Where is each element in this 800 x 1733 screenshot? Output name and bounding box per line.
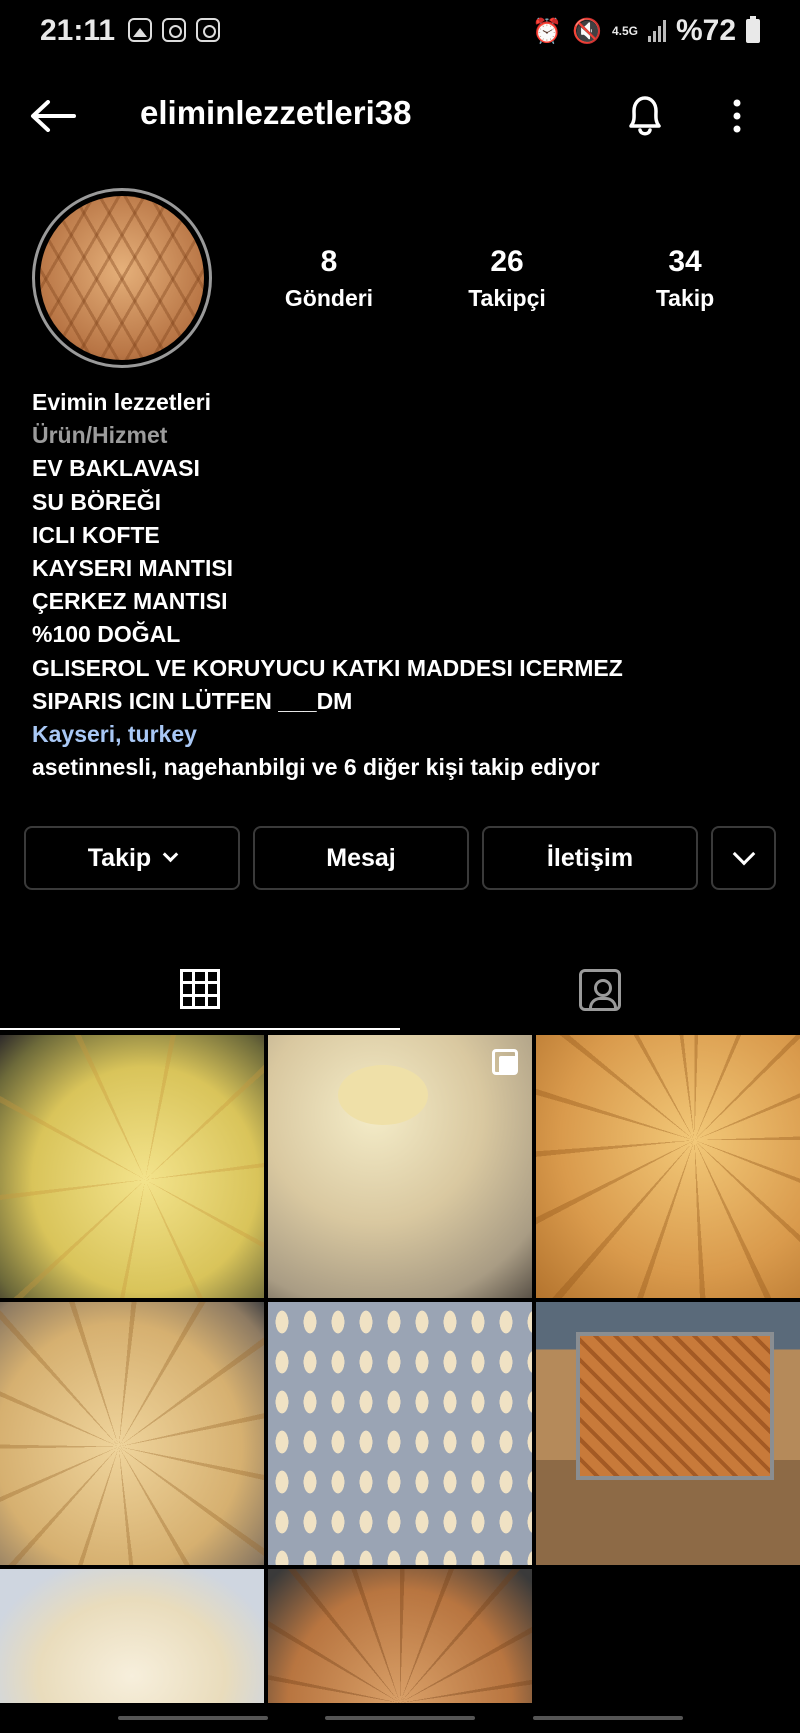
bio-line: ICLI KOFTE <box>32 521 160 548</box>
bio-line: KAYSERI MANTISI <box>32 555 234 582</box>
bio-line: %100 DOĞAL <box>32 621 181 648</box>
stat-value: 8 <box>320 245 338 278</box>
notification-icons <box>128 18 220 42</box>
gallery-icon <box>128 18 152 42</box>
back-arrow-icon[interactable] <box>30 100 76 132</box>
instagram-icon <box>196 18 220 42</box>
system-icons: ⏰ 🔇 4.5G %72 <box>532 14 760 48</box>
bio-line: EV BAKLAVASI <box>32 455 200 482</box>
suggested-accounts-button[interactable] <box>711 826 776 890</box>
stat-value: 34 <box>668 245 702 278</box>
battery-icon <box>746 16 760 43</box>
status-bar: 21:11 ⏰ 🔇 4.5G %72 <box>0 0 800 64</box>
nav-handle[interactable] <box>325 1716 475 1720</box>
status-time: 21:11 <box>40 14 116 47</box>
follow-button-label: Takip <box>87 843 152 872</box>
post-thumbnail[interactable] <box>268 1302 532 1565</box>
carousel-icon <box>492 1049 518 1075</box>
contact-button-label: İletişim <box>546 843 634 872</box>
nav-handle[interactable] <box>533 1716 683 1720</box>
bio-line: SU BÖREĞI <box>32 488 162 515</box>
post-thumbnail[interactable] <box>536 1035 800 1298</box>
followed-by-text[interactable]: asetinnesli, nagehanbilgi ve 6 diğer kiş… <box>32 751 772 784</box>
tab-posts-grid[interactable] <box>0 950 400 1030</box>
stat-label: Takipçi <box>468 285 546 311</box>
network-type: 4.5G <box>611 24 638 38</box>
follow-button[interactable]: Takip <box>24 826 240 890</box>
tab-tagged[interactable] <box>400 950 800 1030</box>
profile-avatar[interactable] <box>32 188 212 368</box>
profile-bio: Evimin lezzetleri Ürün/Hizmet EV BAKLAVA… <box>32 386 772 784</box>
stat-followers[interactable]: 26 Takipçi <box>418 245 596 312</box>
chevron-down-icon <box>162 846 179 862</box>
stat-value: 26 <box>490 245 524 278</box>
post-thumbnail[interactable] <box>536 1302 800 1565</box>
profile-location-link[interactable]: Kayseri, turkey <box>32 718 772 751</box>
system-navigation-bar <box>0 1703 800 1733</box>
nav-handle[interactable] <box>118 1716 268 1720</box>
profile-header: eliminlezzetleri38 <box>0 80 800 152</box>
chevron-down-icon <box>732 842 755 866</box>
bio-line: SIPARIS ICIN LÜTFEN ___DM <box>32 687 353 714</box>
battery-percent: %72 <box>675 14 736 47</box>
tagged-icon <box>579 969 621 1011</box>
post-thumbnail[interactable] <box>0 1302 264 1565</box>
instagram-icon <box>162 18 186 42</box>
profile-name: Evimin lezzetleri <box>32 389 211 415</box>
post-thumbnail[interactable] <box>268 1569 532 1703</box>
stat-following[interactable]: 34 Takip <box>596 245 774 312</box>
more-vertical-icon[interactable] <box>724 96 750 136</box>
signal-icon <box>647 20 666 42</box>
mute-icon: 🔇 <box>572 17 602 45</box>
stat-label: Takip <box>655 285 715 311</box>
profile-stats: 8 Gönderi 26 Takipçi 34 Takip <box>240 245 800 312</box>
alarm-icon: ⏰ <box>532 17 563 45</box>
post-thumbnail[interactable] <box>268 1035 532 1298</box>
profile-category: Ürün/Hizmet <box>32 422 168 449</box>
profile-username: eliminlezzetleri38 <box>140 94 412 131</box>
bio-line: ÇERKEZ MANTISI <box>32 588 228 615</box>
post-thumbnail[interactable] <box>0 1569 264 1703</box>
stat-label: Gönderi <box>284 285 374 311</box>
bell-icon[interactable] <box>622 92 668 138</box>
message-button-label: Mesaj <box>326 843 396 872</box>
grid-icon <box>180 969 220 1009</box>
stat-posts[interactable]: 8 Gönderi <box>240 245 418 312</box>
contact-button[interactable]: İletişim <box>482 826 698 890</box>
post-thumbnail[interactable] <box>0 1035 264 1298</box>
bio-line: GLISEROL VE KORUYUCU KATKI MADDESI ICERM… <box>32 654 623 681</box>
avatar-photo <box>40 196 204 360</box>
message-button[interactable]: Mesaj <box>253 826 469 890</box>
